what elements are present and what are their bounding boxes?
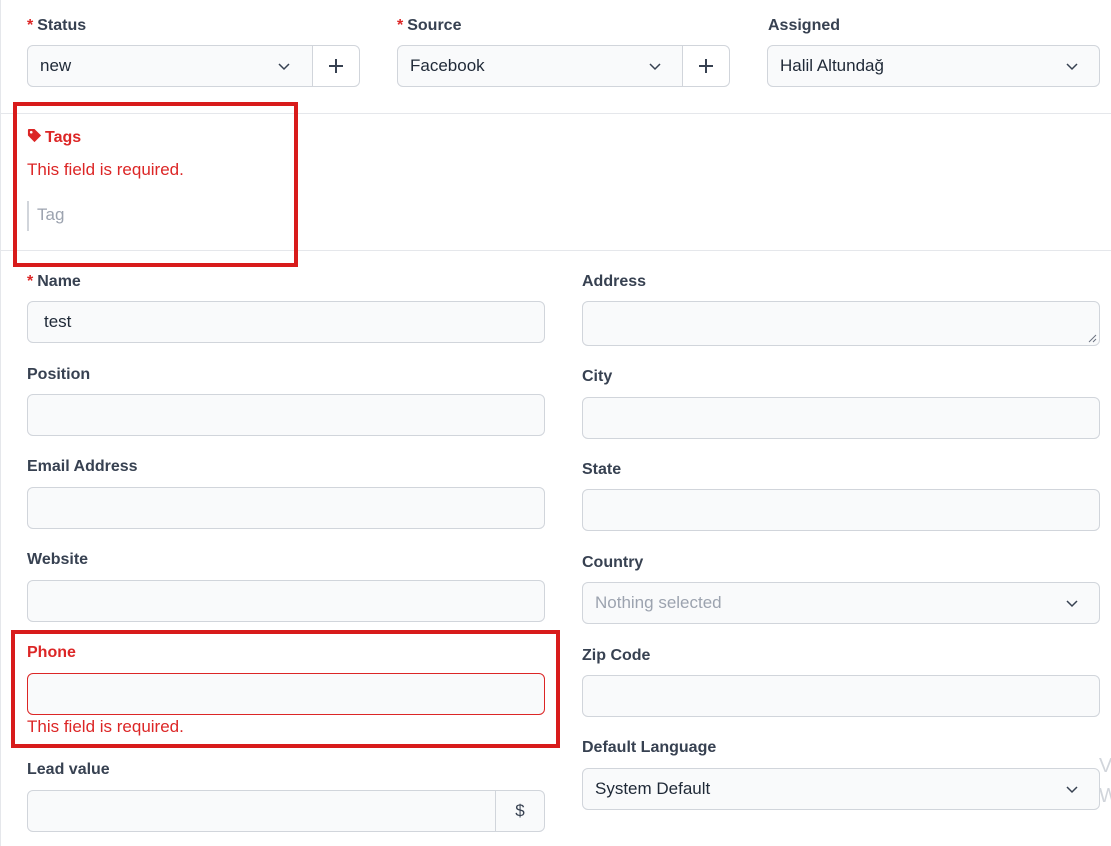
source-select[interactable]: Facebook bbox=[397, 45, 683, 87]
zip-code-label: Zip Code bbox=[582, 647, 651, 664]
chevron-down-icon bbox=[1064, 781, 1080, 797]
chevron-down-icon bbox=[647, 58, 663, 74]
name-input-value: test bbox=[44, 312, 72, 331]
email-label: Email Address bbox=[27, 458, 138, 475]
state-input[interactable] bbox=[582, 489, 1100, 531]
country-label: Country bbox=[582, 554, 644, 571]
address-textarea[interactable] bbox=[582, 301, 1100, 346]
name-label-text: Name bbox=[37, 273, 81, 290]
required-asterisk: * bbox=[27, 17, 34, 34]
left-edge-border bbox=[0, 0, 1, 846]
source-select-value: Facebook bbox=[410, 56, 485, 75]
city-input[interactable] bbox=[582, 397, 1100, 439]
city-label: City bbox=[582, 368, 613, 385]
default-language-select[interactable]: System Default bbox=[582, 768, 1100, 810]
position-label: Position bbox=[27, 366, 91, 383]
status-label-text: Status bbox=[37, 17, 87, 34]
add-source-button[interactable] bbox=[682, 45, 730, 87]
lead-value-label: Lead value bbox=[27, 761, 110, 778]
default-language-label: Default Language bbox=[582, 739, 717, 756]
lead-value-input[interactable] bbox=[27, 790, 496, 832]
name-input[interactable]: test bbox=[27, 301, 545, 343]
currency-addon: $ bbox=[495, 790, 545, 832]
required-asterisk: * bbox=[27, 273, 34, 290]
address-label: Address bbox=[582, 273, 647, 290]
plus-icon bbox=[329, 59, 343, 73]
country-select[interactable]: Nothing selected bbox=[582, 582, 1100, 624]
country-select-placeholder: Nothing selected bbox=[595, 593, 722, 612]
edge-glyph: V bbox=[1099, 755, 1111, 777]
assigned-select[interactable]: Halil Altundağ bbox=[767, 45, 1100, 87]
state-label: State bbox=[582, 461, 622, 478]
phone-highlight-box bbox=[11, 630, 560, 748]
source-label: * Source bbox=[397, 16, 461, 36]
add-status-button[interactable] bbox=[312, 45, 360, 87]
status-label: * Status bbox=[27, 16, 86, 36]
website-label: Website bbox=[27, 551, 89, 568]
status-select-value: new bbox=[40, 56, 72, 75]
assigned-label: Assigned bbox=[768, 17, 841, 34]
name-label: * Name bbox=[27, 272, 81, 292]
required-asterisk: * bbox=[397, 17, 404, 34]
tags-highlight-box bbox=[13, 102, 298, 267]
status-select[interactable]: new bbox=[27, 45, 313, 87]
chevron-down-icon bbox=[1064, 595, 1080, 611]
chevron-down-icon bbox=[276, 58, 292, 74]
source-label-text: Source bbox=[407, 17, 462, 34]
position-input[interactable] bbox=[27, 394, 545, 436]
default-language-value: System Default bbox=[595, 779, 711, 798]
resize-handle-icon[interactable] bbox=[1087, 333, 1097, 343]
assigned-select-value: Halil Altundağ bbox=[780, 56, 884, 75]
zip-code-input[interactable] bbox=[582, 675, 1100, 717]
email-input[interactable] bbox=[27, 487, 545, 529]
chevron-down-icon bbox=[1064, 58, 1080, 74]
plus-icon bbox=[699, 59, 713, 73]
website-input[interactable] bbox=[27, 580, 545, 622]
edge-glyph: W bbox=[1099, 785, 1111, 807]
